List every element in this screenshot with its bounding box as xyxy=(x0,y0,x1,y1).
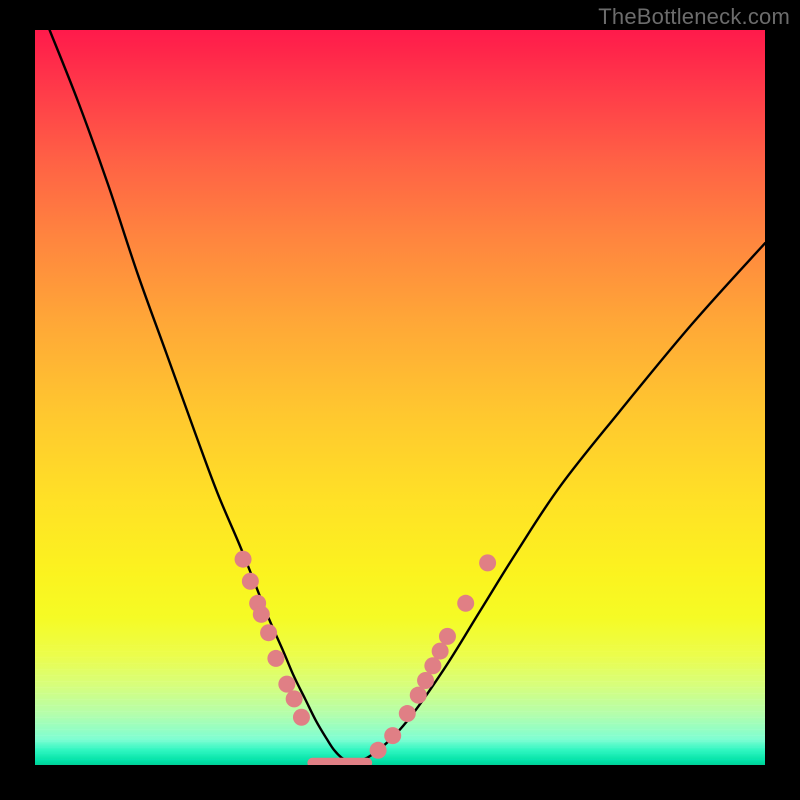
highlight-dot xyxy=(260,624,277,641)
highlight-dot xyxy=(242,573,259,590)
curve-layer xyxy=(35,30,765,765)
highlight-dots-group xyxy=(235,551,497,759)
highlight-dot xyxy=(286,690,303,707)
highlight-dot xyxy=(278,676,295,693)
plot-area xyxy=(35,30,765,765)
highlight-dot xyxy=(384,727,401,744)
highlight-dot xyxy=(293,709,310,726)
highlight-dot xyxy=(432,643,449,660)
highlight-dot xyxy=(424,657,441,674)
highlight-dot xyxy=(410,687,427,704)
highlight-dot xyxy=(439,628,456,645)
highlight-dot xyxy=(457,595,474,612)
highlight-dot xyxy=(370,742,387,759)
highlight-dot xyxy=(253,606,270,623)
bottleneck-curve xyxy=(50,30,765,764)
highlight-dot xyxy=(267,650,284,667)
chart-frame: TheBottleneck.com xyxy=(0,0,800,800)
highlight-dot xyxy=(479,554,496,571)
highlight-dot xyxy=(399,705,416,722)
highlight-dot xyxy=(235,551,252,568)
highlight-dot xyxy=(417,672,434,689)
watermark-text: TheBottleneck.com xyxy=(598,4,790,30)
